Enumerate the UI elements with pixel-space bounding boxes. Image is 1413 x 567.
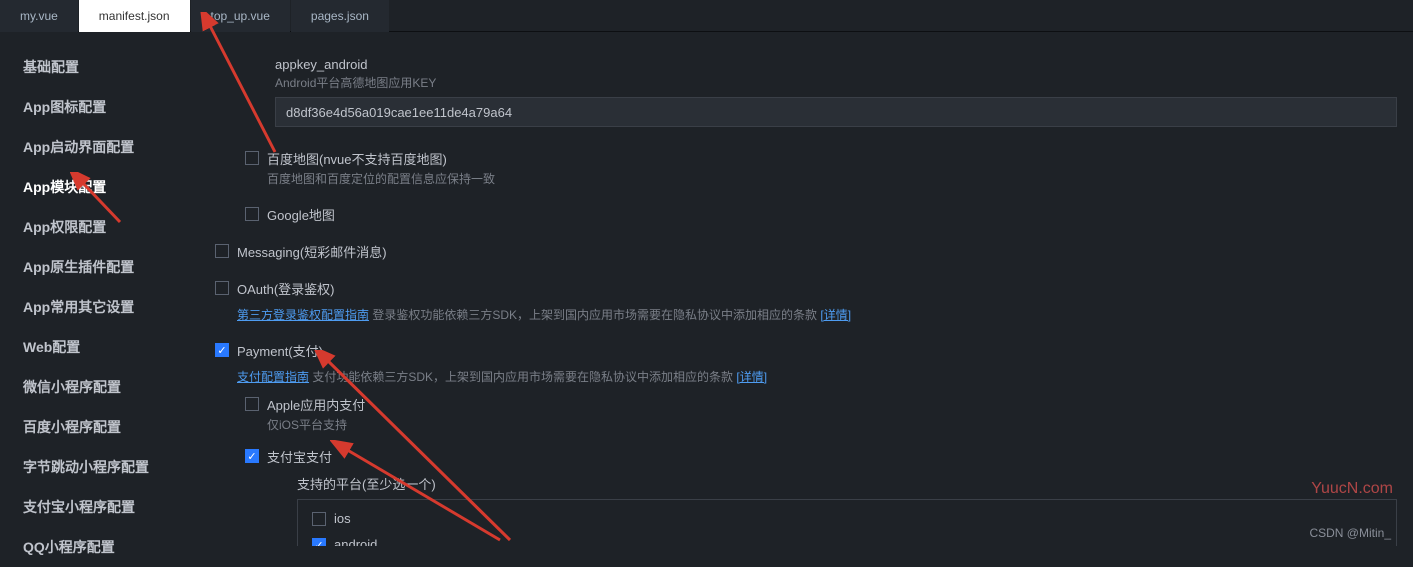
oauth-detail-link[interactable]: [详情]: [820, 308, 851, 322]
appkey-android-input[interactable]: [275, 97, 1397, 127]
tab-top-up-vue[interactable]: top_up.vue: [191, 0, 290, 32]
apple-iap-label: Apple应用内支付: [267, 398, 365, 413]
baidu-map-label: 百度地图(nvue不支持百度地图): [267, 152, 447, 167]
alipay-checkbox[interactable]: [245, 449, 259, 463]
oauth-label: OAuth(登录鉴权): [237, 279, 335, 298]
sidebar-item-app-other[interactable]: App常用其它设置: [23, 287, 190, 327]
config-sidebar: 基础配置 App图标配置 App启动界面配置 App模块配置 App权限配置 A…: [0, 32, 190, 546]
sidebar-item-wechat-mp[interactable]: 微信小程序配置: [23, 367, 190, 407]
oauth-checkbox[interactable]: [215, 281, 229, 295]
alipay-android-label: android: [334, 537, 377, 547]
payment-checkbox[interactable]: [215, 343, 229, 357]
config-content: appkey_android Android平台高德地图应用KEY 百度地图(n…: [190, 32, 1413, 546]
google-map-checkbox[interactable]: [245, 207, 259, 221]
messaging-checkbox[interactable]: [215, 244, 229, 258]
oauth-guide-link[interactable]: 第三方登录鉴权配置指南: [237, 308, 369, 322]
editor-tabs: my.vue manifest.json top_up.vue pages.js…: [0, 0, 1413, 32]
sidebar-item-app-modules[interactable]: App模块配置: [23, 167, 190, 207]
google-map-label: Google地图: [267, 205, 335, 224]
alipay-ios-checkbox[interactable]: [312, 512, 326, 526]
tab-manifest-json[interactable]: manifest.json: [79, 0, 190, 32]
alipay-label: 支付宝支付: [267, 447, 332, 466]
alipay-android-checkbox[interactable]: [312, 538, 326, 546]
payment-detail-link[interactable]: [详情]: [736, 370, 767, 384]
oauth-desc: 登录鉴权功能依赖三方SDK，上架到国内应用市场需要在隐私协议中添加相应的条款: [369, 308, 820, 322]
baidu-map-checkbox[interactable]: [245, 151, 259, 165]
tab-my-vue[interactable]: my.vue: [0, 0, 78, 32]
watermark-site: YuucN.com: [1311, 480, 1393, 498]
payment-guide-link[interactable]: 支付配置指南: [237, 370, 309, 384]
tab-pages-json[interactable]: pages.json: [291, 0, 389, 32]
baidu-map-hint: 百度地图和百度定位的配置信息应保持一致: [267, 170, 495, 187]
payment-label: Payment(支付): [237, 341, 323, 360]
sidebar-item-alipay-mp[interactable]: 支付宝小程序配置: [23, 487, 190, 527]
watermark-author: CSDN @Mitin_: [1309, 526, 1391, 540]
sidebar-item-qq-mp[interactable]: QQ小程序配置: [23, 527, 190, 567]
alipay-platform-label: 支持的平台(至少选一个): [245, 474, 1407, 493]
apple-iap-checkbox[interactable]: [245, 397, 259, 411]
alipay-ios-label: ios: [334, 511, 351, 526]
apple-iap-hint: 仅iOS平台支持: [267, 416, 365, 433]
sidebar-item-web[interactable]: Web配置: [23, 327, 190, 367]
alipay-platform-box: ios android: [297, 499, 1397, 546]
sidebar-item-app-icon[interactable]: App图标配置: [23, 87, 190, 127]
sidebar-item-bytedance-mp[interactable]: 字节跳动小程序配置: [23, 447, 190, 487]
sidebar-item-baidu-mp[interactable]: 百度小程序配置: [23, 407, 190, 447]
sidebar-item-app-splash[interactable]: App启动界面配置: [23, 127, 190, 167]
sidebar-item-basic[interactable]: 基础配置: [23, 47, 190, 87]
sidebar-item-app-native-plugins[interactable]: App原生插件配置: [23, 247, 190, 287]
appkey-android-label: appkey_android: [215, 57, 1407, 72]
payment-desc: 支付功能依赖三方SDK，上架到国内应用市场需要在隐私协议中添加相应的条款: [309, 370, 736, 384]
appkey-android-hint: Android平台高德地图应用KEY: [215, 74, 1407, 91]
sidebar-item-app-permissions[interactable]: App权限配置: [23, 207, 190, 247]
messaging-label: Messaging(短彩邮件消息): [237, 242, 387, 261]
